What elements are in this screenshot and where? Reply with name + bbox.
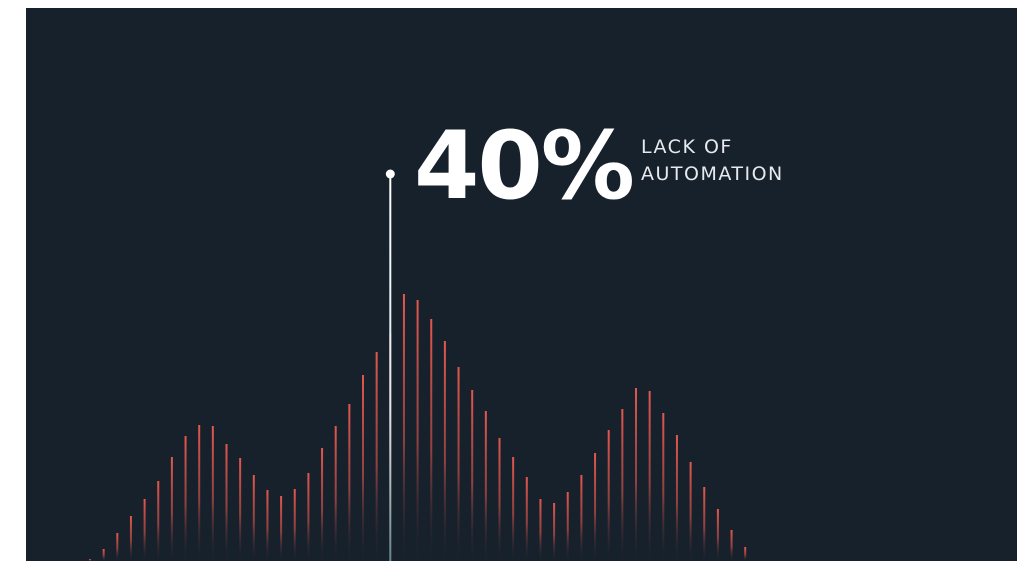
highlight-label: LACK OF AUTOMATION — [641, 134, 784, 188]
bar — [157, 481, 160, 561]
bar — [648, 391, 651, 561]
bar — [239, 458, 242, 561]
bar — [621, 409, 624, 561]
highlight-value: 40% — [414, 112, 635, 221]
bar — [375, 352, 378, 561]
bar — [566, 492, 569, 561]
bar — [266, 490, 269, 561]
bar — [129, 516, 132, 561]
bar — [211, 426, 214, 561]
bar — [116, 533, 119, 561]
bar — [553, 503, 556, 561]
bar — [730, 530, 733, 561]
bar — [703, 487, 706, 561]
bar — [334, 426, 337, 561]
bar — [689, 462, 692, 561]
bar — [143, 499, 146, 561]
bar — [607, 430, 610, 561]
bar — [184, 436, 187, 561]
bar — [89, 559, 91, 561]
bar — [744, 547, 747, 561]
bar — [457, 367, 460, 561]
bar — [252, 475, 255, 561]
bar — [402, 294, 405, 561]
highlight-label-line2: AUTOMATION — [641, 163, 784, 185]
bar-chart — [89, 169, 747, 561]
bars-group — [89, 294, 747, 561]
bar — [594, 453, 597, 561]
bar — [416, 300, 419, 561]
bar — [512, 457, 515, 561]
bar — [498, 438, 501, 561]
marker-dot — [385, 169, 395, 179]
bar — [525, 477, 528, 561]
bar — [635, 388, 637, 561]
bar — [307, 473, 310, 561]
bar — [580, 475, 583, 561]
bar — [102, 549, 105, 561]
bar — [225, 444, 228, 561]
bar — [362, 375, 364, 561]
bar — [443, 341, 446, 561]
highlight-marker — [385, 169, 395, 561]
bar — [198, 425, 201, 561]
bar — [293, 489, 296, 561]
infographic-panel: 40% LACK OF AUTOMATION — [26, 8, 1017, 561]
bar — [716, 509, 719, 561]
highlight-label-line1: LACK OF — [641, 136, 733, 158]
bar — [348, 404, 351, 561]
bar — [662, 413, 665, 561]
bar — [484, 411, 487, 561]
bar — [539, 499, 542, 561]
bar — [430, 319, 433, 561]
bar — [471, 390, 474, 561]
bar — [280, 496, 283, 561]
bar — [675, 435, 678, 561]
frame: 40% LACK OF AUTOMATION — [0, 0, 1033, 563]
marker-line — [389, 174, 392, 561]
bar — [321, 448, 324, 561]
bar — [170, 457, 173, 561]
